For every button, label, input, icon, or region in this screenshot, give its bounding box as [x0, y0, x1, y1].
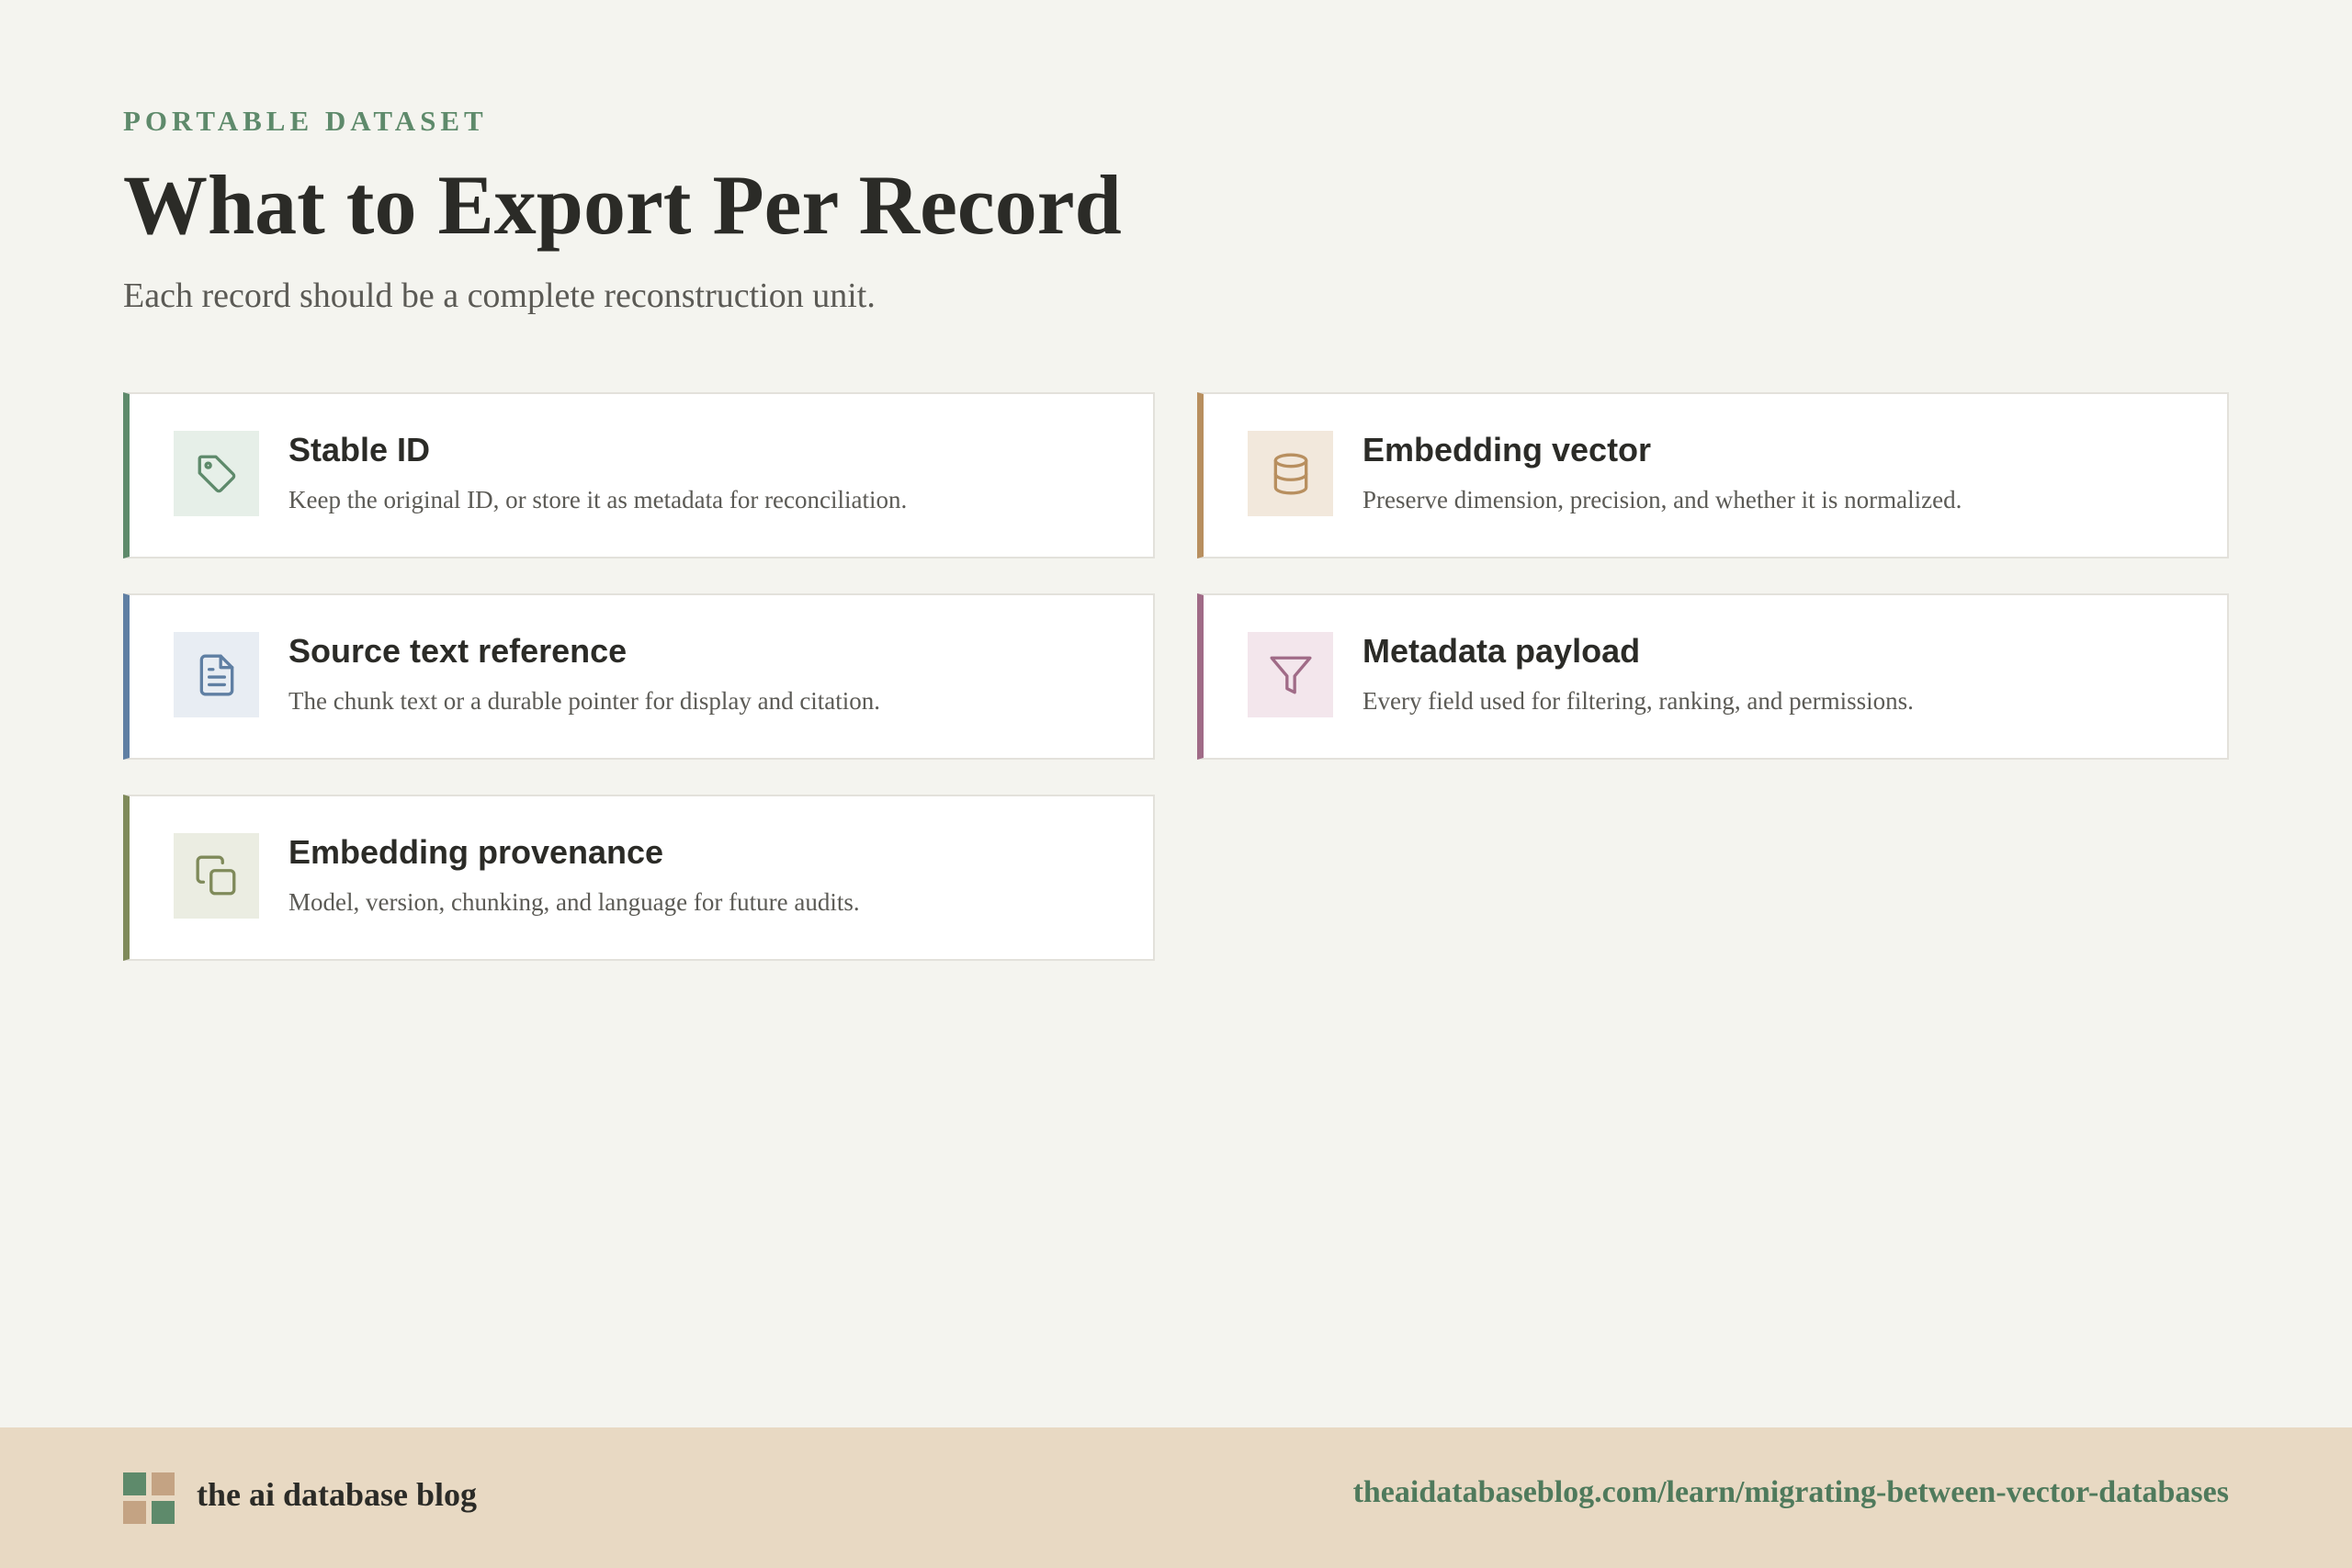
logo-grid-icon — [123, 1472, 175, 1524]
footer: the ai database blog theaidatabaseblog.c… — [0, 1427, 2352, 1568]
logo-square — [123, 1472, 146, 1495]
card-title: Source text reference — [288, 632, 628, 670]
copy-icon — [196, 855, 235, 895]
card-description: Model, version, chunking, and language f… — [288, 888, 860, 916]
eyebrow-label: PORTABLE DATASET — [123, 105, 488, 137]
tag-icon — [198, 455, 235, 492]
footer-url-link[interactable]: theaidatabaseblog.com/learn/migrating-be… — [1353, 1475, 2229, 1510]
card-stable-id: Stable ID Keep the original ID, or store… — [123, 392, 1155, 558]
page-subtitle: Each record should be a complete reconst… — [123, 276, 876, 315]
card-embedding-vector: Embedding vector Preserve dimension, pre… — [1197, 392, 2229, 558]
card-embedding-provenance: Embedding provenance Model, version, chu… — [123, 795, 1155, 961]
card-title: Stable ID — [288, 431, 431, 468]
filter-icon — [1270, 656, 1311, 694]
database-icon — [1273, 453, 1307, 494]
icon-box — [1248, 431, 1333, 516]
card-description: Every field used for filtering, ranking,… — [1363, 687, 1914, 715]
file-text-icon — [199, 654, 233, 695]
cards-grid: Stable ID Keep the original ID, or store… — [123, 392, 2229, 962]
logo-square — [152, 1501, 175, 1524]
card-description: Keep the original ID, or store it as met… — [288, 486, 908, 513]
icon-box — [174, 833, 259, 919]
brand-name: the ai database blog — [197, 1476, 478, 1513]
card-source-text-reference: Source text reference The chunk text or … — [123, 593, 1155, 760]
card-title: Embedding provenance — [288, 833, 664, 871]
card-description: The chunk text or a durable pointer for … — [288, 687, 881, 715]
card-title: Metadata payload — [1363, 632, 1641, 670]
icon-box — [1248, 632, 1333, 717]
page-title: What to Export Per Record — [123, 158, 1122, 252]
card-metadata-payload: Metadata payload Every field used for fi… — [1197, 593, 2229, 760]
icon-box — [174, 632, 259, 717]
card-description: Preserve dimension, precision, and wheth… — [1363, 486, 1962, 513]
card-title: Embedding vector — [1363, 431, 1652, 468]
logo-square — [152, 1472, 175, 1495]
logo-square — [123, 1501, 146, 1524]
icon-box — [174, 431, 259, 516]
